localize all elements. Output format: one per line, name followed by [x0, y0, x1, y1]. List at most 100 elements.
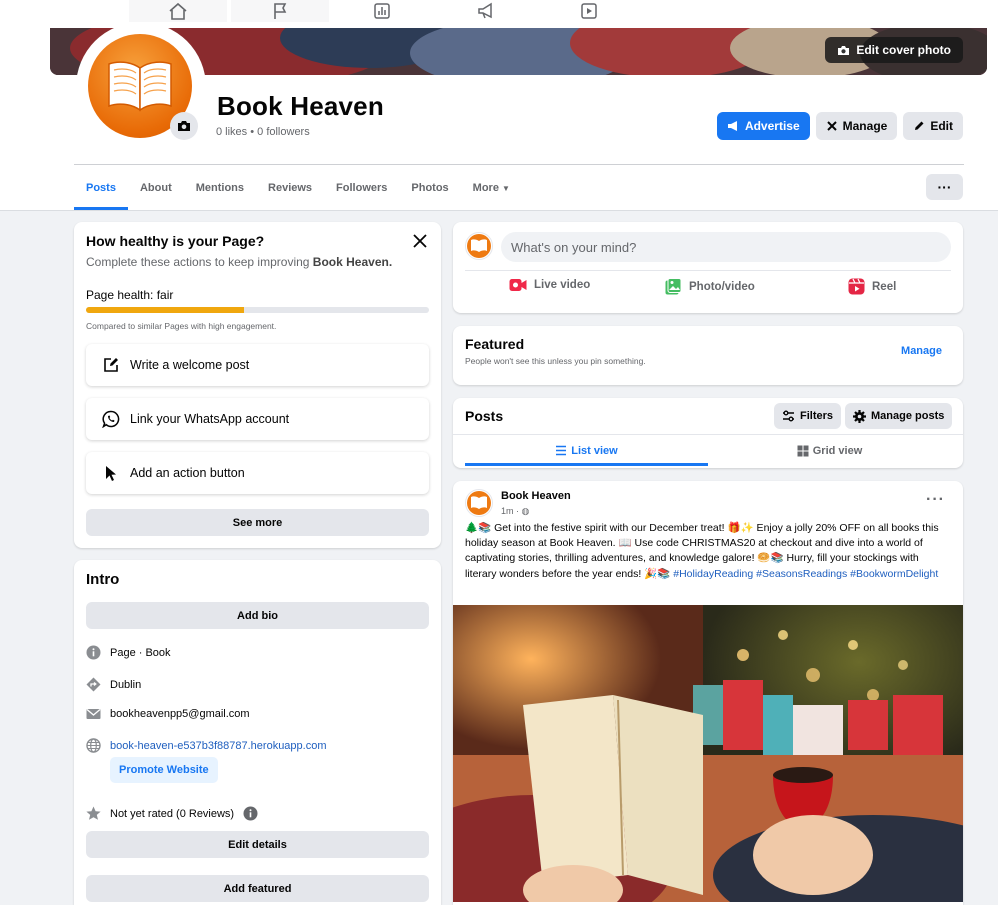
tab-label: Reviews	[268, 182, 313, 194]
advertise-button[interactable]: Advertise	[716, 112, 810, 140]
grid-view-tab[interactable]: Grid view	[708, 435, 951, 466]
photo-video-button[interactable]: Photo/video	[665, 278, 755, 295]
tab-label: Followers	[336, 182, 388, 194]
megaphone-icon	[478, 2, 492, 19]
hashtag-link[interactable]: #HolidayReading	[673, 568, 753, 580]
tab-label: Mentions	[195, 182, 245, 194]
posts-header-card: Posts Filters Manage posts List view Gri…	[453, 398, 963, 468]
tab-posts[interactable]: Posts	[74, 166, 128, 210]
nav-tab-pages[interactable]	[231, 0, 329, 22]
link-whatsapp-action[interactable]: Link your WhatsApp account	[86, 398, 429, 440]
hashtag-link[interactable]: #SeasonsReadings	[756, 568, 847, 580]
post-time-text: 1m ·	[501, 506, 519, 516]
health-note: Compared to similar Pages with high enga…	[86, 321, 277, 331]
write-welcome-post-action[interactable]: Write a welcome post	[86, 344, 429, 386]
chart-icon	[374, 3, 390, 19]
tools-icon	[826, 121, 837, 131]
composer-divider	[465, 270, 951, 271]
intro-location: Dublin	[110, 678, 142, 691]
grid-icon	[797, 445, 809, 456]
post-time: 1m · ◍	[501, 506, 529, 517]
post-composer: What's on your mind? Live video Photo/vi…	[453, 222, 963, 313]
page-stats[interactable]: 0 likes • 0 followers	[216, 126, 310, 138]
featured-manage-link[interactable]: Manage	[901, 345, 942, 357]
list-view-tab[interactable]: List view	[465, 435, 708, 466]
whatsapp-icon	[102, 410, 120, 428]
change-profile-picture-button[interactable]	[170, 112, 198, 140]
manage-button[interactable]: Manage	[815, 112, 898, 140]
edit-label: Edit	[930, 119, 953, 133]
intro-title: Intro	[86, 571, 120, 588]
edit-button[interactable]: Edit	[903, 112, 963, 140]
tab-followers[interactable]: Followers	[324, 166, 399, 210]
health-bar	[86, 307, 429, 313]
reading-christmas-photo	[453, 605, 963, 902]
post-image[interactable]	[453, 605, 963, 902]
action-label: Write a welcome post	[130, 358, 250, 372]
post-card: Book Heaven 1m · ◍ ··· 🌲📚 Get into the f…	[453, 481, 963, 905]
health-subtitle: Complete these actions to keep improving…	[86, 255, 392, 269]
edit-cover-label: Edit cover photo	[856, 43, 951, 57]
more-options-button[interactable]: ···	[926, 174, 963, 200]
close-icon[interactable]	[411, 232, 429, 250]
info-icon[interactable]	[243, 806, 258, 821]
megaphone-icon	[727, 121, 737, 131]
tab-more[interactable]: More ▼	[461, 166, 522, 210]
live-video-label: Live video	[534, 279, 591, 291]
intro-website-link[interactable]: book-heaven-e537b3f88787.herokuapp.com	[110, 740, 327, 752]
email-icon	[86, 709, 101, 719]
post-author[interactable]: Book Heaven	[501, 490, 571, 502]
tab-about[interactable]: About	[128, 166, 184, 210]
page-health-card: How healthy is your Page? Complete these…	[74, 222, 441, 548]
intro-website-row: book-heaven-e537b3f88787.herokuapp.com	[86, 738, 327, 753]
manage-posts-label: Manage posts	[871, 410, 945, 422]
add-action-button-action[interactable]: Add an action button	[86, 452, 429, 494]
intro-rating-row: Not yet rated (0 Reviews)	[86, 806, 258, 821]
gear-icon	[853, 409, 866, 423]
nav-tab-insights[interactable]	[333, 0, 431, 22]
intro-location-row: Dublin	[86, 677, 141, 692]
reel-button[interactable]: Reel	[848, 278, 896, 295]
action-label: Link your WhatsApp account	[130, 412, 290, 426]
star-icon	[86, 806, 101, 820]
advertise-label: Advertise	[744, 119, 800, 133]
page-header: Edit cover photo Book Heaven 0 likes • 0…	[0, 22, 998, 211]
see-more-button[interactable]: See more	[86, 509, 429, 536]
header-divider	[74, 164, 964, 165]
featured-subtitle: People won't see this unless you pin som…	[465, 356, 646, 366]
video-icon	[581, 3, 597, 19]
intro-category: Page · Book	[110, 646, 171, 659]
composer-input[interactable]: What's on your mind?	[501, 232, 951, 262]
header-actions: Advertise Manage Edit	[716, 112, 963, 140]
manage-posts-button[interactable]: Manage posts	[845, 403, 953, 429]
reel-icon	[848, 278, 865, 295]
nav-tab-home[interactable]	[129, 0, 227, 22]
featured-title: Featured	[465, 336, 525, 352]
tab-reviews[interactable]: Reviews	[256, 166, 324, 210]
manage-label: Manage	[842, 119, 888, 133]
tab-photos[interactable]: Photos	[399, 166, 460, 210]
composer-avatar	[465, 232, 493, 260]
health-subtitle-text: Complete these actions to keep improving	[86, 255, 313, 269]
post-avatar[interactable]	[465, 489, 493, 517]
add-featured-button[interactable]: Add featured	[86, 875, 429, 902]
compose-icon	[104, 358, 118, 372]
nav-tab-ads[interactable]	[437, 0, 535, 22]
edit-cover-photo-button[interactable]: Edit cover photo	[825, 37, 963, 63]
open-book-logo-icon	[467, 234, 491, 258]
promote-website-button[interactable]: Promote Website	[110, 757, 218, 783]
nav-tab-video[interactable]	[540, 0, 638, 22]
hashtag-link[interactable]: #BookwormDelight	[850, 568, 938, 580]
profile-picture-frame[interactable]	[76, 22, 206, 152]
photo-video-label: Photo/video	[689, 280, 755, 293]
intro-email: bookheavenpp5@gmail.com	[110, 708, 250, 720]
featured-card: Featured People won't see this unless yo…	[453, 326, 963, 385]
post-options-button[interactable]: ···	[926, 491, 945, 509]
camera-icon	[178, 121, 190, 131]
filters-button[interactable]: Filters	[774, 403, 842, 429]
tab-mentions[interactable]: Mentions	[184, 166, 256, 210]
add-bio-button[interactable]: Add bio	[86, 602, 429, 629]
directions-icon	[86, 677, 101, 692]
edit-details-button[interactable]: Edit details	[86, 831, 429, 858]
live-video-button[interactable]: Live video	[509, 278, 590, 292]
